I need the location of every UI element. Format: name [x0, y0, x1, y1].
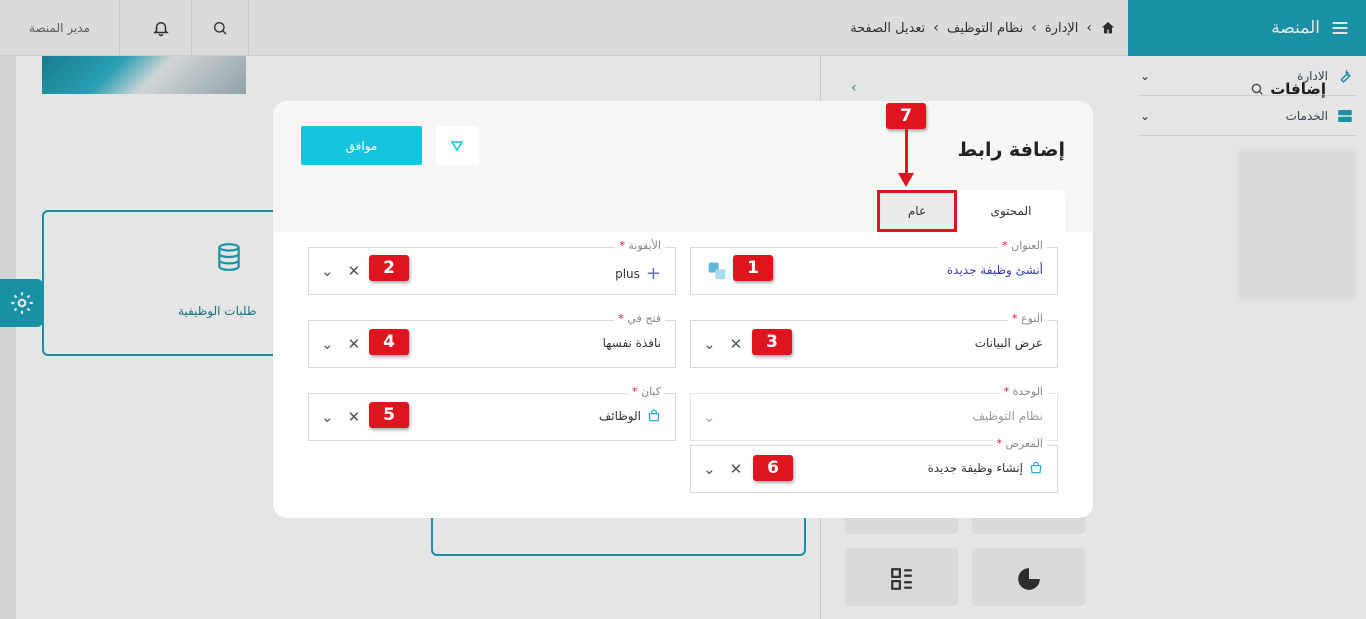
required-mark: * [632, 385, 638, 398]
unit-field: الوحدة * نظام التوظيف ⌄ [690, 385, 1058, 441]
annotation-arrow-head [898, 173, 914, 187]
clear-icon[interactable]: ✕ [348, 335, 361, 353]
translate-icon[interactable] [707, 261, 727, 281]
field-label: كيان [641, 385, 661, 398]
required-mark: * [1012, 312, 1018, 325]
clear-icon[interactable]: ✕ [730, 460, 743, 478]
required-mark: * [618, 312, 624, 325]
plus-icon: + [645, 263, 661, 284]
chevron-down-icon[interactable]: ⌄ [321, 408, 334, 426]
chevron-down-icon[interactable]: ⌄ [703, 335, 716, 353]
entity-field[interactable]: كيان * الوظائف ⌄ ✕ [308, 385, 676, 441]
open-in-value: نافذة نفسها [602, 336, 661, 350]
required-mark: * [619, 239, 625, 252]
annotation-badge-4: 4 [369, 329, 409, 355]
type-value: عرض البيانات [974, 336, 1043, 350]
field-label: النوع [1021, 312, 1043, 325]
field-label: المعرض [1005, 437, 1043, 450]
icon-value: plus [615, 266, 640, 281]
title-value: أنشئ وظيفة جديدة [946, 263, 1043, 277]
field-label: الأيقونة [628, 239, 661, 252]
options-dropdown-button[interactable] [436, 126, 478, 165]
annotation-badge-3: 3 [752, 329, 792, 355]
bag-icon [1030, 461, 1042, 474]
clear-icon[interactable]: ✕ [730, 335, 743, 353]
annotation-badge-1: 1 [733, 255, 773, 281]
chevron-down-icon[interactable]: ⌄ [703, 460, 716, 478]
annotation-badge-5: 5 [369, 402, 409, 428]
triangle-down-icon [451, 140, 463, 151]
entity-value: الوظائف [598, 409, 641, 423]
required-mark: * [1003, 385, 1010, 398]
icon-field[interactable]: الأيقونة * + plus ⌄ ✕ [308, 239, 676, 295]
annotation-badge-6: 6 [753, 455, 793, 481]
chevron-down-icon[interactable]: ⌄ [321, 262, 334, 280]
clear-icon[interactable]: ✕ [348, 262, 361, 280]
field-label: الوحدة [1012, 385, 1043, 398]
open-in-field[interactable]: فتح في * نافذة نفسها ⌄ ✕ [308, 312, 676, 368]
type-field[interactable]: النوع * عرض البيانات ⌄ ✕ [690, 312, 1058, 368]
chevron-down-icon[interactable]: ⌄ [321, 335, 334, 353]
bag-icon [648, 409, 660, 422]
view-value: إنشاء وظيفة جديدة [927, 461, 1023, 475]
chevron-down-icon: ⌄ [703, 408, 716, 426]
unit-value: نظام التوظيف [972, 409, 1044, 423]
field-label: العنوان [1011, 239, 1043, 252]
tab-general[interactable]: عام [877, 190, 957, 232]
annotation-badge-2: 2 [369, 255, 409, 281]
tab-content[interactable]: المحتوى [957, 190, 1065, 232]
ok-button[interactable]: موافق [301, 126, 422, 165]
add-link-dialog: إضافة رابط موافق المحتوى عام العنوان * أ… [273, 101, 1093, 518]
required-mark: * [996, 437, 1003, 450]
view-field[interactable]: المعرض * إنشاء وظيفة جديدة ⌄ ✕ [690, 437, 1058, 493]
clear-icon[interactable]: ✕ [348, 408, 361, 426]
required-mark: * [1002, 239, 1008, 252]
annotation-badge-7: 7 [886, 103, 926, 129]
dialog-title: إضافة رابط [957, 139, 1065, 161]
annotation-arrow [905, 127, 908, 179]
field-label: فتح في [627, 312, 661, 325]
